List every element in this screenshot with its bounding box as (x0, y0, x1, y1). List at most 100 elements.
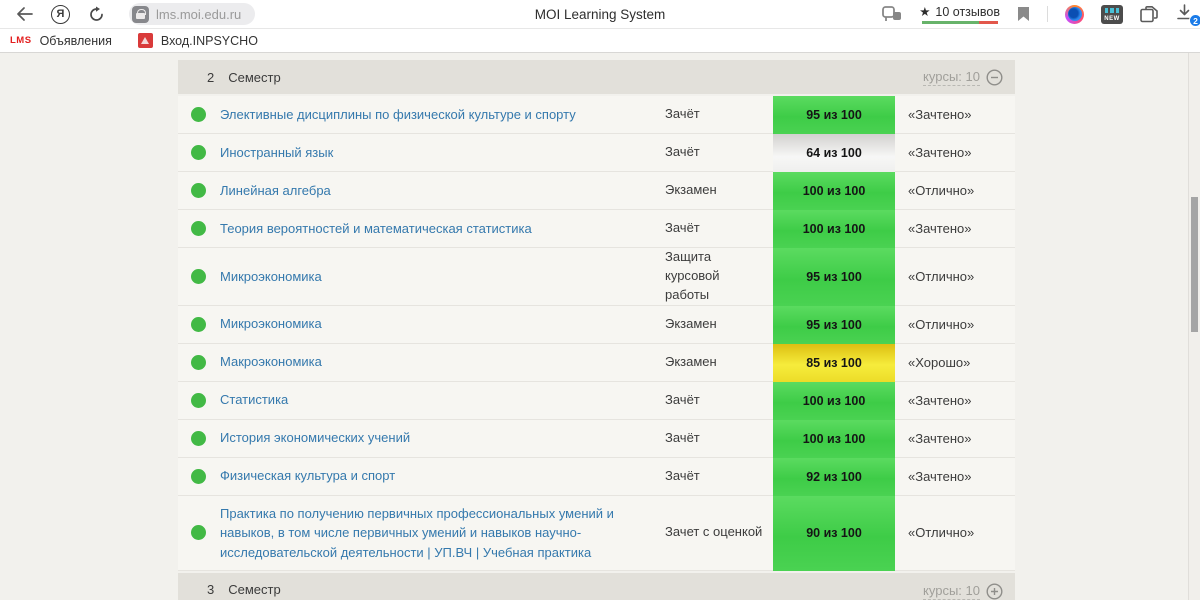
assessment-type: Зачёт (665, 429, 700, 445)
grade-value: «Зачтено» (908, 221, 972, 236)
assessment-type: Зачёт (665, 391, 700, 407)
expand-icon[interactable] (986, 583, 1003, 600)
scrollbar-thumb[interactable] (1191, 197, 1198, 332)
assessment-type: Зачёт (665, 220, 700, 236)
table-row: Микроэкономика Экзамен 95 из 100 «Отличн… (178, 305, 1015, 344)
course-name-link[interactable]: Статистика (220, 382, 665, 418)
grade-value: «Зачтено» (908, 430, 972, 446)
course-status-dot (191, 525, 206, 541)
inpsycho-favicon (137, 33, 153, 48)
extension-browser-icon[interactable] (1065, 4, 1084, 24)
rating-label: 10 отзывов (935, 4, 1000, 19)
yandex-icon[interactable]: Я (51, 4, 70, 24)
toolbar-separator (1047, 6, 1048, 22)
assessment-type: Экзамен (665, 182, 717, 198)
score-cell: 95 из 100 (773, 96, 895, 134)
score-cell: 90 из 100 (773, 495, 895, 572)
course-status-dot (191, 316, 206, 332)
score-cell: 100 из 100 (773, 210, 895, 248)
assessment-type: Зачёт (665, 106, 700, 122)
course-name-link[interactable]: Микроэкономика (220, 306, 665, 342)
table-row: Статистика Зачёт 100 из 100 «Зачтено» (178, 381, 1015, 420)
course-status-dot (191, 392, 206, 408)
table-row: История экономических учений Зачёт 100 и… (178, 419, 1015, 458)
score-cell: 100 из 100 (773, 419, 895, 458)
bookmarks-bar: LMS Объявления Вход.INPSYCHO (0, 29, 1200, 53)
score-cell: 92 из 100 (773, 457, 895, 496)
table-row: Физическая культура и спорт Зачёт 92 из … (178, 457, 1015, 496)
course-status-dot (191, 430, 206, 446)
grade-value: «Зачтено» (908, 392, 972, 408)
score-cell: 100 из 100 (773, 172, 895, 210)
table-row: Элективные дисциплины по физической куль… (178, 96, 1015, 134)
page-scrollbar[interactable] (1188, 53, 1200, 600)
course-status-dot (191, 221, 206, 236)
download-count-badge: 2 (1189, 14, 1200, 27)
assessment-type: Экзамен (665, 353, 717, 369)
download-button[interactable]: 2 (1176, 4, 1200, 27)
table-row: Иностранный язык Зачёт 64 из 100 «Зачтен… (178, 134, 1015, 172)
course-list: Элективные дисциплины по физической куль… (178, 96, 1015, 572)
course-name-link[interactable]: Практика по получению первичных професси… (220, 496, 665, 571)
score-cell: 85 из 100 (773, 343, 895, 382)
course-name-link[interactable]: Элективные дисциплины по физической куль… (220, 97, 665, 133)
lock-icon (132, 5, 149, 23)
course-status-dot (191, 468, 206, 484)
back-button[interactable] (16, 7, 33, 21)
assessment-type: Зачет с оценкой (665, 524, 763, 540)
table-row: Макроэкономика Экзамен 85 из 100 «Хорошо… (178, 343, 1015, 382)
collapse-icon[interactable] (986, 68, 1003, 86)
bookmark-announcements[interactable]: LMS Объявления (10, 34, 112, 48)
course-name-link[interactable]: Теория вероятностей и математическая ста… (220, 211, 665, 247)
course-name-link[interactable]: Линейная алгебра (220, 173, 665, 209)
lms-favicon: LMS (10, 35, 32, 46)
table-row: Линейная алгебра Экзамен 100 из 100 «Отл… (178, 172, 1015, 210)
grade-value: «Отлично» (908, 316, 975, 332)
assessment-type: Защита курсовой работы (665, 249, 720, 302)
score-cell: 95 из 100 (773, 305, 895, 344)
rating-bar (921, 21, 998, 24)
courses-count-link[interactable]: курсы: 10 (923, 69, 980, 86)
course-status-dot (191, 354, 206, 370)
course-status-dot (191, 183, 206, 198)
score-cell: 64 из 100 (773, 134, 895, 172)
refresh-button[interactable] (88, 6, 105, 23)
grade-value: «Отлично» (908, 268, 975, 284)
site-rating[interactable]: ★ 10 отзывов (919, 4, 1000, 24)
course-name-link[interactable]: История экономических учений (220, 420, 665, 456)
grades-table: 2 Семестр курсы: 10 Элективные дисциплин… (178, 60, 1015, 600)
courses-count-link[interactable]: курсы: 10 (923, 583, 980, 600)
new-badge-label: NEW (1104, 15, 1120, 22)
semester-label: Семестр (228, 582, 281, 598)
course-name-link[interactable]: Микроэкономика (220, 259, 665, 295)
course-status-dot (191, 145, 206, 160)
grade-value: «Хорошо» (908, 354, 971, 370)
grade-value: «Зачтено» (908, 145, 972, 160)
lms-page: 2 Семестр курсы: 10 Элективные дисциплин… (0, 53, 1200, 600)
grade-value: «Зачтено» (908, 107, 972, 122)
grade-value: «Зачтено» (908, 468, 972, 484)
table-row: Микроэкономика Защита курсовой работы 95… (178, 248, 1015, 306)
course-name-link[interactable]: Макроэкономика (220, 344, 665, 380)
bookmark-flag-icon[interactable] (1017, 6, 1030, 22)
semester-label: Семестр (228, 69, 281, 85)
browser-toolbar: Я lms.moi.edu.ru MOI Learning System ★ 1… (0, 0, 1200, 29)
bookmark-inpsycho-login[interactable]: Вход.INPSYCHO (137, 33, 258, 48)
semester-3-header: 3 Семестр курсы: 10 (178, 573, 1015, 600)
star-icon: ★ (919, 5, 931, 19)
course-name-link[interactable]: Иностранный язык (220, 135, 665, 171)
table-row: Практика по получению первичных професси… (178, 495, 1015, 572)
semester-2-header: 2 Семестр курсы: 10 (178, 60, 1015, 94)
assessment-type: Экзамен (665, 315, 717, 331)
course-status-dot (191, 107, 206, 122)
grade-value: «Отлично» (908, 183, 975, 198)
address-bar[interactable]: lms.moi.edu.ru (129, 3, 256, 25)
semester-number: 2 (207, 69, 215, 85)
score-cell: 100 из 100 (773, 381, 895, 420)
collections-icon[interactable] (1140, 5, 1159, 23)
new-extension-icon[interactable]: NEW (1101, 4, 1123, 24)
semester-number: 3 (207, 582, 215, 598)
course-name-link[interactable]: Физическая культура и спорт (220, 458, 665, 494)
assessment-type: Зачёт (665, 144, 700, 160)
protect-icon[interactable] (882, 6, 902, 22)
